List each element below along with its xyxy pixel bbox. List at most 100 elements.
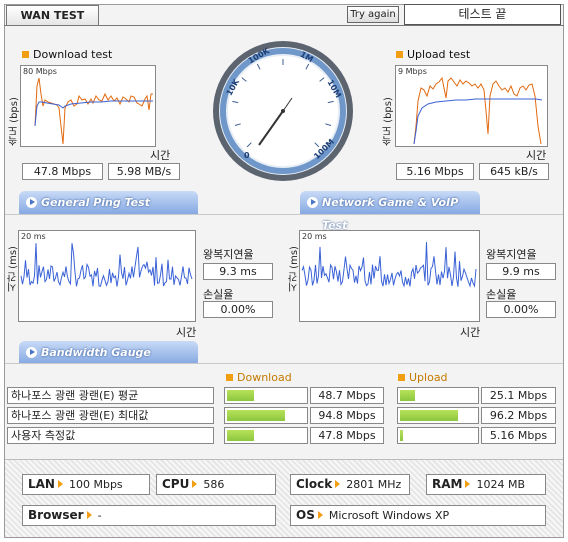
ram-value: 1024 MB [476,478,525,491]
bandwidth-gauge-label: Bandwidth Gauge [41,346,151,359]
download-test-title: Download test [22,48,112,61]
bandwidth-upload-bar [397,427,479,444]
arrow-circle-icon [26,197,37,208]
gauge-tick-0: 0 [244,151,250,160]
download-line-avg [34,100,153,127]
bandwidth-download-bar [224,387,308,404]
upload-plot: 9 Mbps [395,65,548,147]
upload-line-avg [413,98,543,145]
bandwidth-upload-header: Upload [398,371,448,384]
upload-kbytes: 645 kB/s [479,163,549,180]
bandwidth-upload-bar [397,387,479,404]
game-scale: 20 ms [302,232,327,241]
game-line [301,242,477,288]
tab-wan-test[interactable]: WAN TEST [6,5,99,26]
orange-bullet-icon [398,374,405,381]
arrow-circle-icon [26,347,37,358]
browser-value: - [97,509,102,522]
bandwidth-download-label: Download [237,371,292,384]
bar-fill [227,410,285,421]
orange-arrow-icon [317,511,323,519]
bar-fill [227,390,254,401]
status-display: 테스트 끝 [404,4,561,25]
ping-loss-value: 0.00% [203,301,273,318]
bandwidth-download-value: 94.8 Mbps [310,407,384,424]
ram-label: RAM [432,477,463,491]
orange-arrow-icon [192,480,198,488]
orange-arrow-icon [86,511,92,519]
tab-general-ping-test[interactable]: General Ping Test [19,191,198,214]
bandwidth-upload-value: 5.16 Mbps [481,427,556,444]
game-axis-x: 시간 [460,326,481,339]
os-label: OS [296,508,315,522]
cpu-info: CPU 586 [156,474,276,495]
bandwidth-download-value: 48.7 Mbps [310,387,384,404]
ping-plot: 20 ms [18,230,196,322]
arrow-circle-icon [307,197,318,208]
upload-axis-y: 속도 (bps) [383,97,394,146]
bar-fill [227,430,255,441]
ping-axis-x: 시간 [176,326,197,339]
lan-value: 100 Mbps [68,478,123,491]
download-test-label: Download test [33,48,113,61]
ping-line [20,243,193,287]
bandwidth-download-header: Download [226,371,292,384]
bandwidth-download-bar [224,427,308,444]
orange-bullet-icon [396,51,403,58]
os-value: Microsoft Windows XP [328,509,450,522]
upload-test-title: Upload test [396,48,470,61]
bandwidth-row-label: 하나포스 광랜 광랜(E) 최대값 [7,407,214,424]
upload-axis-x: 시간 [526,149,547,162]
game-loss-label: 손실율 [486,288,517,301]
game-latency-label: 왕복지연율 [486,248,537,261]
browser-label: Browser [28,508,84,522]
ram-info: RAM 1024 MB [426,474,546,495]
game-plot: 20 ms [299,230,480,322]
ping-scale: 20 ms [21,232,46,241]
ping-latency-label: 왕복지연율 [203,248,254,261]
download-line-raw [34,77,153,145]
try-again-button[interactable]: Try again [347,6,399,23]
ping-loss-label: 손실율 [203,288,234,301]
section-divider [5,214,563,215]
download-plot: 80 Mbps [20,65,156,147]
lan-label: LAN [28,477,55,491]
clock-label: Clock [296,477,333,491]
download-axis-x: 시간 [150,149,171,162]
orange-arrow-icon [335,480,341,488]
bandwidth-row-label: 하나포스 광랜 광랜(E) 평균 [7,387,214,404]
os-info: OS Microsoft Windows XP [290,505,546,526]
orange-bullet-icon [226,374,233,381]
download-scale: 80 Mbps [23,67,57,76]
bandwidth-upload-value: 96.2 Mbps [481,407,556,424]
orange-bullet-icon [22,51,29,58]
tab-network-game-voip-test[interactable]: Network Game & VoIP Test [300,191,480,232]
ping-latency-value: 9.3 ms [203,263,273,280]
bandwidth-upload-label: Upload [409,371,448,384]
download-graph [34,77,153,145]
upload-graph [413,76,543,145]
upload-scale: 9 Mbps [398,67,427,76]
game-loss-value: 0.00% [486,301,556,318]
orange-arrow-icon [57,480,63,488]
bar-fill [400,390,416,401]
upload-line-raw [413,76,542,145]
bar-fill [400,430,404,441]
bandwidth-download-value: 47.8 Mbps [310,427,384,444]
ping-graph [20,243,193,287]
section-divider [5,363,563,364]
bar-fill [400,410,458,421]
upload-mbps: 5.16 Mbps [396,163,474,180]
bandwidth-row-label: 사용자 측정값 [7,427,214,444]
cpu-label: CPU [162,477,190,491]
lan-info: LAN 100 Mbps [22,474,150,495]
upload-test-label: Upload test [407,48,471,61]
bandwidth-upload-bar [397,407,479,424]
game-latency-value: 9.9 ms [486,263,556,280]
clock-info: Clock 2801 MHz [290,474,410,495]
bandwidth-upload-value: 25.1 Mbps [481,387,556,404]
general-ping-test-label: General Ping Test [41,196,150,209]
tab-divider [4,25,564,26]
cpu-value: 586 [203,478,225,491]
tab-bandwidth-gauge[interactable]: Bandwidth Gauge [19,341,198,364]
